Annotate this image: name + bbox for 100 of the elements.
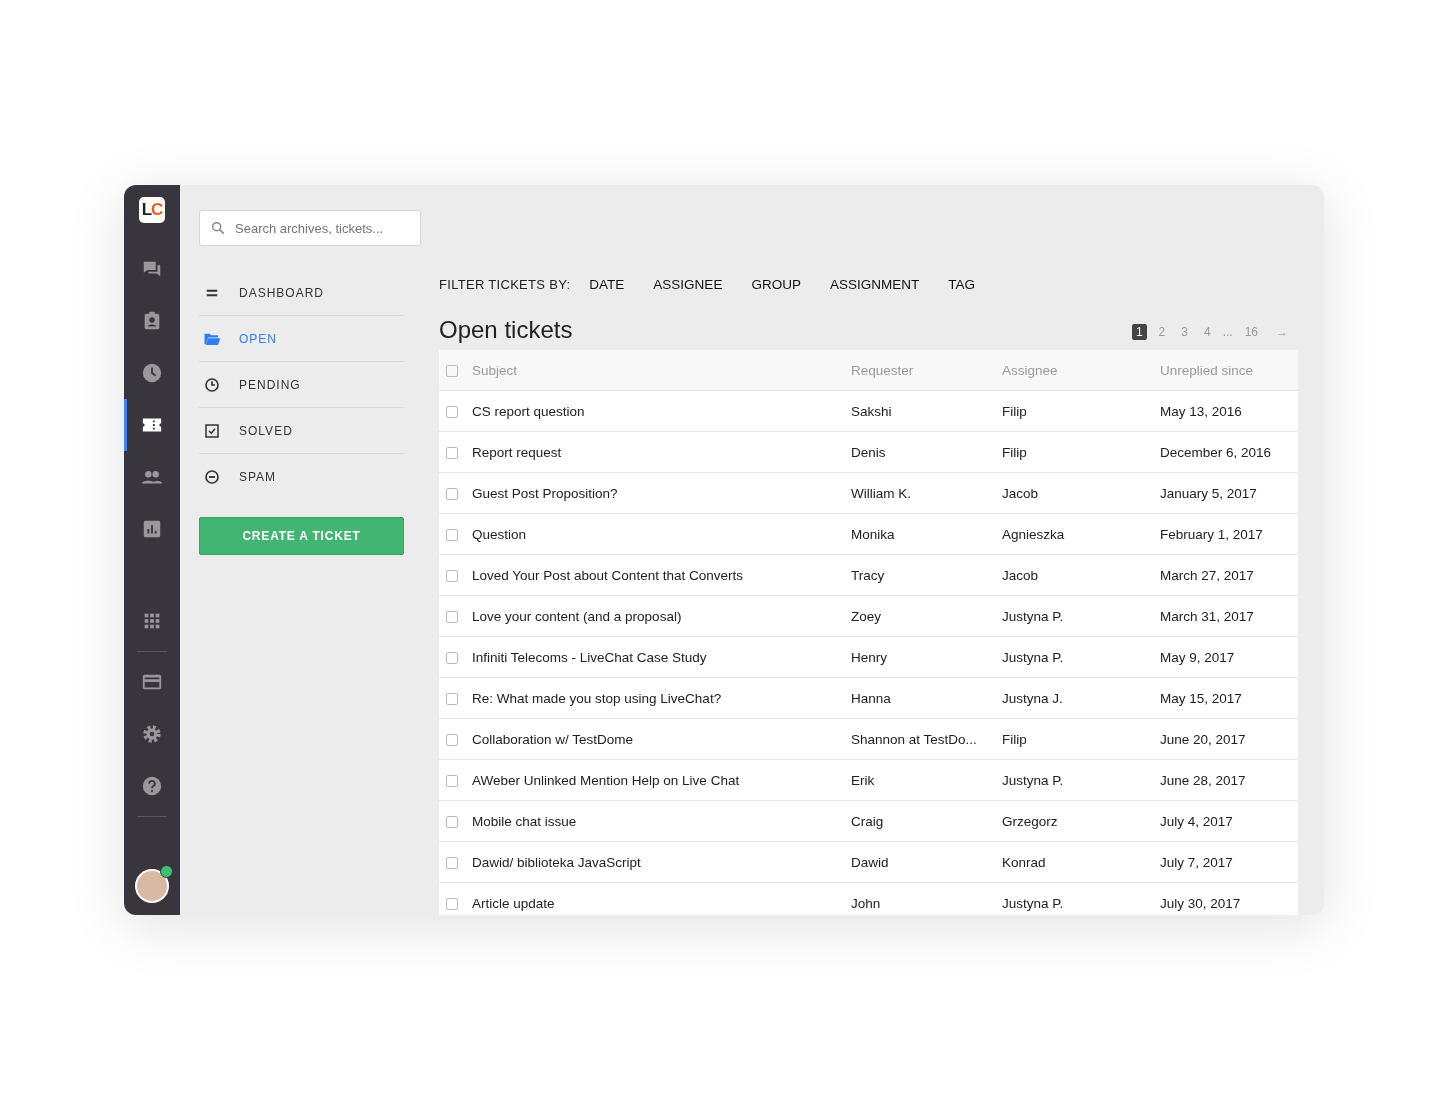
ticket-row[interactable]: Infiniti Telecoms - LiveChat Case Study Henry Justyna P. May 9, 2017: [439, 636, 1298, 678]
table-cell: May 9, 2017: [1156, 636, 1298, 678]
row-checkbox[interactable]: [446, 528, 458, 541]
ticket-row[interactable]: Mobile chat issue Craig Grzegorz July 4, 2017: [439, 800, 1298, 842]
table-cell: Infiniti Telecoms - LiveChat Case Study: [468, 636, 847, 678]
bar-chart-icon: [141, 518, 163, 540]
table-cell: Agnieszka: [998, 513, 1156, 555]
row-checkbox[interactable]: [446, 774, 458, 787]
table-cell: John: [847, 882, 998, 915]
table-cell: Dawid: [847, 841, 998, 883]
row-checkbox[interactable]: [446, 733, 458, 746]
table-cell: Loved Your Post about Content that Converts: [468, 554, 847, 596]
table-cell: Love your content (and a proposal): [468, 595, 847, 637]
select-all-checkbox[interactable]: [446, 364, 458, 377]
ticket-row[interactable]: Re: What made you stop using LiveChat? Hanna Justyna J. May 15, 2017: [439, 677, 1298, 719]
table-cell: July 7, 2017: [1156, 841, 1298, 883]
table-cell: Zoey: [847, 595, 998, 637]
table-cell: Justyna J.: [998, 677, 1156, 719]
filter-option[interactable]: TAG: [948, 277, 975, 292]
table-cell: June 20, 2017: [1156, 718, 1298, 760]
nav-item[interactable]: SOLVED: [199, 408, 404, 454]
table-cell: Filip: [998, 431, 1156, 473]
table-cell: Guest Post Proposition?: [468, 472, 847, 514]
table-cell: Mobile chat issue: [468, 800, 847, 842]
ticket-row[interactable]: Article update John Justyna P. July 30, 2017: [439, 882, 1298, 915]
row-checkbox[interactable]: [446, 569, 458, 582]
blocked-icon: [203, 467, 221, 486]
table-cell: June 28, 2017: [1156, 759, 1298, 801]
table-cell: Hanna: [847, 677, 998, 719]
table-cell: Konrad: [998, 841, 1156, 883]
filter-option[interactable]: GROUP: [751, 277, 801, 292]
table-cell: May 13, 2016: [1156, 390, 1298, 432]
row-checkbox[interactable]: [446, 856, 458, 869]
row-checkbox[interactable]: [446, 487, 458, 500]
nav-label: DASHBOARD: [239, 285, 324, 300]
table-cell: Erik: [847, 759, 998, 801]
row-checkbox[interactable]: [446, 610, 458, 623]
table-cell: Grzegorz: [998, 800, 1156, 842]
ticket-row[interactable]: Question Monika Agnieszka February 1, 2017: [439, 513, 1298, 555]
filter-label: FILTER TICKETS BY:: [439, 277, 571, 292]
row-checkbox[interactable]: [446, 692, 458, 705]
ticket-row[interactable]: Collaboration w/ TestDome Shannon at TestDo... Filip June 20, 2017: [439, 718, 1298, 760]
table-cell: May 15, 2017: [1156, 677, 1298, 719]
table-cell: CS report question: [468, 390, 847, 432]
table-cell: March 31, 2017: [1156, 595, 1298, 637]
table-cell: Report request: [468, 431, 847, 473]
row-checkbox[interactable]: [446, 815, 458, 828]
table-cell: Shannon at TestDo...: [847, 718, 998, 760]
filter-option[interactable]: DATE: [589, 277, 625, 292]
ticket-row[interactable]: Dawid/ biblioteka JavaScript Dawid Konrad July 7, 2017: [439, 841, 1298, 883]
page-title: Open tickets: [439, 316, 573, 344]
table-cell: Craig: [847, 800, 998, 842]
table-cell: Justyna P.: [998, 636, 1156, 678]
table-cell: March 27, 2017: [1156, 554, 1298, 596]
ticket-row[interactable]: Report request Denis Filip December 6, 2016: [439, 431, 1298, 473]
table-cell: Re: What made you stop using LiveChat?: [468, 677, 847, 719]
nav-item[interactable]: SPAM: [199, 454, 404, 499]
nav-label: PENDING: [239, 377, 301, 392]
row-checkbox[interactable]: [446, 405, 458, 418]
table-cell: Filip: [998, 718, 1156, 760]
table-cell: Justyna P.: [998, 882, 1156, 915]
page-link[interactable]: 1: [1131, 324, 1147, 340]
table-cell: Sakshi: [847, 390, 998, 432]
ticket-row[interactable]: Love your content (and a proposal) Zoey Justyna P. March 31, 2017: [439, 595, 1298, 637]
nav-item[interactable]: DASHBOARD: [199, 270, 404, 316]
checkbox-icon: [203, 421, 221, 440]
settings-icon: [141, 723, 163, 745]
table-cell: Justyna P.: [998, 759, 1156, 801]
table-cell: Question: [468, 513, 847, 555]
table-cell: July 4, 2017: [1156, 800, 1298, 842]
clock-icon: [203, 375, 221, 394]
nav-label: OPEN: [239, 331, 277, 346]
ticket-row[interactable]: Guest Post Proposition? William K. Jacob January 5, 2017: [439, 472, 1298, 514]
pagination-ellipsis: ...: [1222, 325, 1233, 339]
filter-option[interactable]: ASSIGNEE: [653, 277, 723, 292]
row-checkbox[interactable]: [446, 897, 458, 910]
table-cell: July 30, 2017: [1156, 882, 1298, 915]
table-cell: Henry: [847, 636, 998, 678]
ticket-row[interactable]: Loved Your Post about Content that Converts Tracy Jacob March 27, 2017: [439, 554, 1298, 596]
table-cell: Filip: [998, 390, 1156, 432]
ticket-row[interactable]: CS report question Sakshi Filip May 13, 2016: [439, 390, 1298, 432]
table-cell: Jacob: [998, 472, 1156, 514]
table-cell: December 6, 2016: [1156, 431, 1298, 473]
search-field[interactable]: Search archives, tickets...: [199, 210, 421, 246]
table-cell: Jacob: [998, 554, 1156, 596]
table-cell: Tracy: [847, 554, 998, 596]
table-cell: Denis: [847, 431, 998, 473]
nav-label: SOLVED: [239, 423, 293, 438]
table-cell: February 1, 2017: [1156, 513, 1298, 555]
nav-item[interactable]: PENDING: [199, 362, 404, 408]
table-cell: Dawid/ biblioteka JavaScript: [468, 841, 847, 883]
table-cell: Collaboration w/ TestDome: [468, 718, 847, 760]
nav-label: SPAM: [239, 469, 277, 484]
row-checkbox[interactable]: [446, 651, 458, 664]
table-cell: AWeber Unlinked Mention Help on Live Chat: [468, 759, 847, 801]
table-cell: Monika: [847, 513, 998, 555]
row-checkbox[interactable]: [446, 446, 458, 459]
ticket-row[interactable]: AWeber Unlinked Mention Help on Live Chat Erik Justyna P. June 28, 2017: [439, 759, 1298, 801]
filter-option[interactable]: ASSIGNMENT: [829, 277, 920, 292]
table-cell: Justyna P.: [998, 595, 1156, 637]
